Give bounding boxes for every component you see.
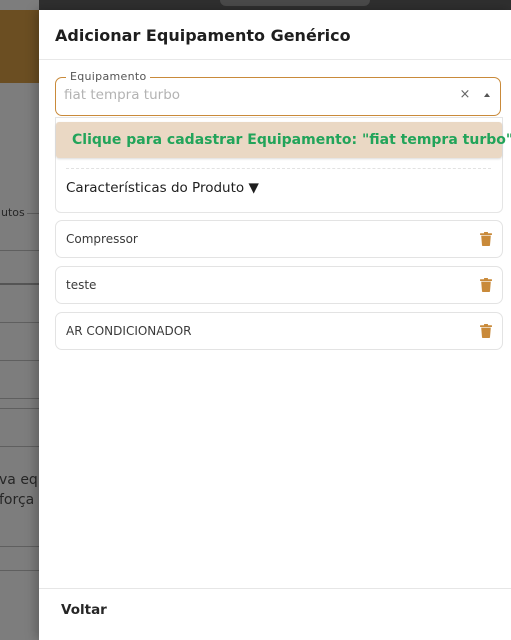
background-text: força xyxy=(0,492,35,508)
background-page: utos va eq força xyxy=(0,0,39,640)
caret-up-icon[interactable] xyxy=(480,87,494,103)
equipment-field-label: Equipamento xyxy=(66,70,151,83)
background-divider xyxy=(0,398,39,399)
background-divider xyxy=(0,322,39,323)
create-equipment-option[interactable]: Clique para cadastrar Equipamento: "fiat… xyxy=(56,122,511,158)
add-equipment-drawer: Adicionar Equipamento Genérico Equipamen… xyxy=(39,10,511,640)
background-text: utos xyxy=(1,206,25,219)
footer-divider xyxy=(39,588,511,589)
autocomplete-dropdown: Clique para cadastrar Equipamento: "fiat… xyxy=(55,117,511,213)
background-divider xyxy=(27,213,39,214)
top-strip-tab xyxy=(220,0,370,6)
trash-icon[interactable] xyxy=(480,324,492,338)
create-equipment-label: Clique para cadastrar Equipamento: "fiat… xyxy=(72,132,511,148)
background-divider xyxy=(0,283,39,285)
background-divider xyxy=(0,570,39,571)
drawer-title: Adicionar Equipamento Genérico xyxy=(55,26,351,45)
title-divider xyxy=(39,59,511,60)
equipment-autocomplete[interactable]: Equipamento × xyxy=(55,70,501,116)
equipment-item-label: Compressor xyxy=(66,232,138,246)
browser-top-strip xyxy=(0,0,511,10)
background-divider xyxy=(0,408,39,409)
equipment-input[interactable] xyxy=(64,87,444,103)
equipment-item-label: AR CONDICIONADOR xyxy=(66,324,192,338)
dropdown-divider xyxy=(66,168,491,169)
background-text: va eq xyxy=(0,472,38,488)
background-divider xyxy=(0,360,39,361)
close-icon[interactable]: × xyxy=(458,87,472,103)
equipment-list-item: Compressor xyxy=(55,220,503,258)
trash-icon[interactable] xyxy=(480,278,492,292)
background-divider xyxy=(0,546,39,547)
equipment-item-label: teste xyxy=(66,278,97,292)
equipment-list-item: teste xyxy=(55,266,503,304)
product-features-toggle[interactable]: Características do Produto ▼ xyxy=(66,180,259,196)
background-divider xyxy=(0,446,39,447)
equipment-list-item: AR CONDICIONADOR xyxy=(55,312,503,350)
background-divider xyxy=(0,250,39,251)
background-header xyxy=(0,10,39,83)
back-button[interactable]: Voltar xyxy=(51,598,117,622)
trash-icon[interactable] xyxy=(480,232,492,246)
